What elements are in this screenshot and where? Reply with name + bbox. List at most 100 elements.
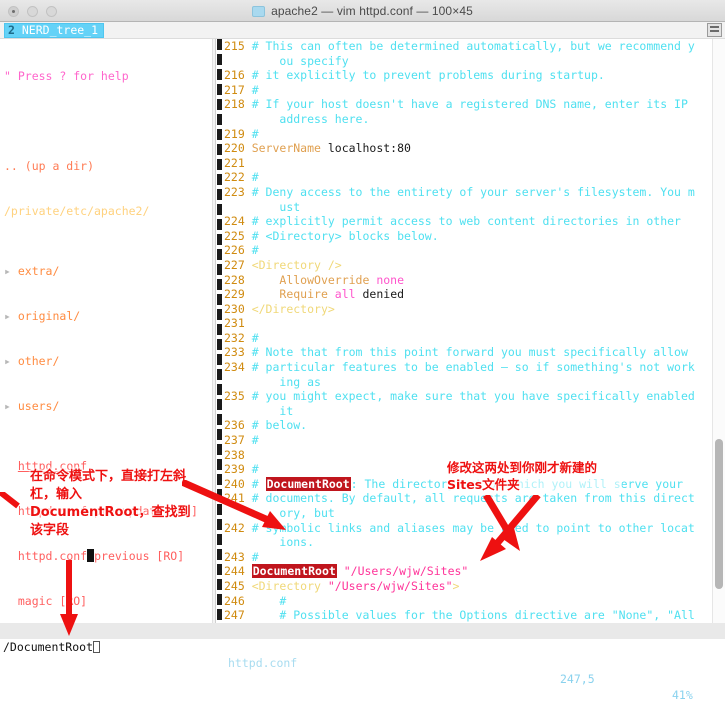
line-number: 246 <box>224 594 252 608</box>
line-number: 243 <box>224 550 252 564</box>
code-line[interactable]: 229 Require all denied <box>224 287 712 302</box>
code-token: # <box>252 83 259 97</box>
code-line[interactable]: 232 # <box>224 331 712 346</box>
code-line[interactable]: 223 # Deny access to the entirety of you… <box>224 185 712 200</box>
code-token: # <box>252 331 259 345</box>
code-line[interactable]: 225 # <Directory> blocks below. <box>224 229 712 244</box>
annotation-left: 在命令模式下，直接打左斜杠，输入DocumentRoot，查找到该字段 <box>30 468 200 540</box>
code-line[interactable]: 244 DocumentRoot "/Users/wjw/Sites" <box>224 564 712 579</box>
code-line[interactable]: 222 # <box>224 170 712 185</box>
window-title-group: apache2 — vim httpd.conf — 100×45 <box>0 0 725 22</box>
code-line[interactable]: 233 # Note that from this point forward … <box>224 345 712 360</box>
nerdtree-dir-other[interactable]: ▸ other/ <box>0 354 212 369</box>
code-token: none <box>376 273 404 287</box>
code-line[interactable]: 224 # explicitly permit access to web co… <box>224 214 712 229</box>
code-line[interactable]: 221 <box>224 156 712 171</box>
code-line[interactable]: 236 # below. <box>224 418 712 433</box>
nerdtree-up-dir[interactable]: .. (up a dir) <box>0 159 212 174</box>
arrow-down-left <box>58 560 82 638</box>
code-line[interactable]: ing as <box>224 375 712 390</box>
chevron-right-icon: ▸ <box>4 309 18 323</box>
code-token: localhost:80 <box>328 141 411 155</box>
code-token: # Note that from this point forward you … <box>252 345 688 359</box>
code-line[interactable]: 241 # documents. By default, all request… <box>224 491 712 506</box>
command-text: /DocumentRoot <box>3 640 93 654</box>
arrow-small-left-edge <box>0 492 20 510</box>
vertical-scrollbar[interactable] <box>712 39 725 623</box>
code-token: # <Directory> blocks below. <box>252 229 439 243</box>
line-number: 236 <box>224 418 252 432</box>
nerdtree-dir-label: extra/ <box>18 264 60 278</box>
code-token: # you might expect, make sure that you h… <box>252 389 695 403</box>
code-line[interactable]: ory, but <box>224 506 712 521</box>
line-number <box>224 112 252 126</box>
line-number: 232 <box>224 331 252 345</box>
code-token: <Directory /> <box>252 258 342 272</box>
nerdtree-root-path: /private/etc/apache2/ <box>0 204 212 219</box>
line-number: 227 <box>224 258 252 272</box>
line-number <box>224 404 252 418</box>
code-line[interactable]: 217 # <box>224 83 712 98</box>
line-number: 235 <box>224 389 252 403</box>
code-token: all <box>335 287 363 301</box>
nerdtree-file-label-rest: previous [RO] <box>94 549 184 563</box>
line-number: 221 <box>224 156 252 170</box>
nerdtree-dir-label: users/ <box>18 399 60 413</box>
vim-command-line[interactable]: /DocumentRoot <box>0 639 725 656</box>
code-line[interactable]: 227 <Directory /> <box>224 258 712 273</box>
line-number: 223 <box>224 185 252 199</box>
code-line[interactable]: 237 # <box>224 433 712 448</box>
line-number: 228 <box>224 273 252 287</box>
code-token: Require <box>252 287 335 301</box>
code-line[interactable]: 219 # <box>224 127 712 142</box>
code-token: # particular features to be enabled — so… <box>252 360 695 374</box>
scrollbar-thumb[interactable] <box>715 439 723 589</box>
code-line[interactable]: 218 # If your host doesn't have a regist… <box>224 97 712 112</box>
statusline-position: 247,5 <box>560 671 595 687</box>
code-token: ust <box>252 200 300 214</box>
tab-nerd-tree-1[interactable]: 2 NERD_tree_1 <box>4 23 104 38</box>
code-line[interactable]: ust <box>224 200 712 215</box>
code-line[interactable]: 242 # symbolic links and aliases may be … <box>224 521 712 536</box>
code-line[interactable]: ions. <box>224 535 712 550</box>
line-number: 231 <box>224 316 252 330</box>
code-line[interactable]: 243 # <box>224 550 712 565</box>
code-line[interactable]: 231 <box>224 316 712 331</box>
code-line[interactable]: ou specify <box>224 54 712 69</box>
code-line[interactable]: 226 # <box>224 243 712 258</box>
code-line[interactable]: 234 # particular features to be enabled … <box>224 360 712 375</box>
search-match-highlight: DocumentRoot <box>252 564 337 578</box>
nerdtree-dir-users[interactable]: ▸ users/ <box>0 399 212 414</box>
code-token: # it explicitly to prevent problems duri… <box>252 68 605 82</box>
line-number: 220 <box>224 141 252 155</box>
code-token: # Possible values for the Options direct… <box>252 608 695 622</box>
code-line[interactable]: 245 <Directory "/Users/wjw/Sites"> <box>224 579 712 594</box>
vim-tabline: 2 NERD_tree_1 <box>0 22 725 39</box>
code-line[interactable]: it <box>224 404 712 419</box>
code-line[interactable]: 215 # This can often be determined autom… <box>224 39 712 54</box>
code-line[interactable]: 228 AllowOverride none <box>224 273 712 288</box>
line-number: 230 <box>224 302 252 316</box>
code-token: ing as <box>252 375 321 389</box>
code-token: AllowOverride <box>252 273 377 287</box>
code-line[interactable]: address here. <box>224 112 712 127</box>
line-number: 244 <box>224 564 252 578</box>
code-token: # <box>252 550 259 564</box>
window-titlebar: apache2 — vim httpd.conf — 100×45 <box>0 0 725 22</box>
line-number: 229 <box>224 287 252 301</box>
nerdtree-file-2[interactable]: magic [RO] <box>0 594 212 609</box>
nerdtree-dir-extra[interactable]: ▸ extra/ <box>0 264 212 279</box>
code-line[interactable]: 216 # it explicitly to prevent problems … <box>224 68 712 83</box>
nerdtree-dir-label: other/ <box>18 354 60 368</box>
code-token: "/Users/wjw/Sites" <box>321 579 453 593</box>
code-pane[interactable]: 215 # This can often be determined autom… <box>224 39 712 623</box>
code-line[interactable]: 246 # <box>224 594 712 609</box>
line-number: 215 <box>224 39 252 53</box>
code-line[interactable]: 230 </Directory> <box>224 302 712 317</box>
code-line[interactable]: 235 # you might expect, make sure that y… <box>224 389 712 404</box>
code-line[interactable]: 247 # Possible values for the Options di… <box>224 608 712 623</box>
nerdtree-file-1[interactable]: httpd.confprevious [RO] <box>0 549 212 564</box>
window-list-icon[interactable] <box>707 23 722 37</box>
nerdtree-dir-original[interactable]: ▸ original/ <box>0 309 212 324</box>
code-line[interactable]: 220 ServerName localhost:80 <box>224 141 712 156</box>
